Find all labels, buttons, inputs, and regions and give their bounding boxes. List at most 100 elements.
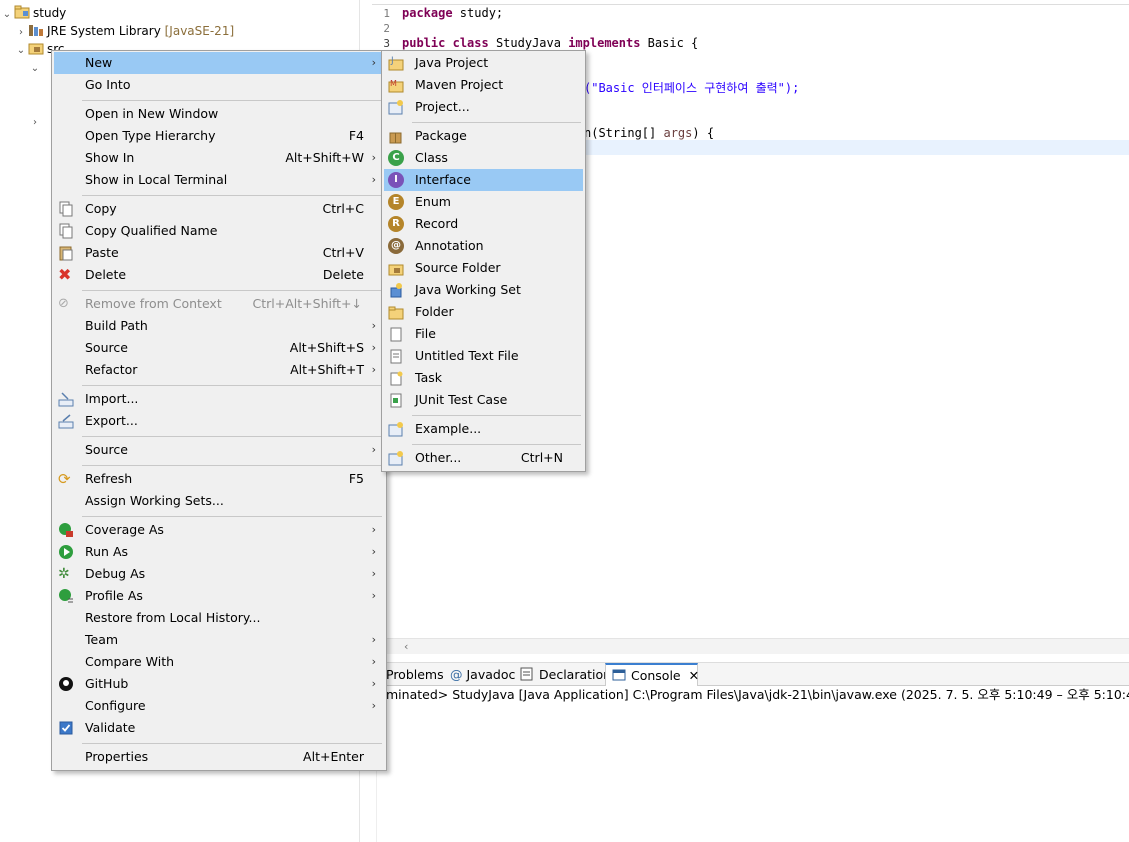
menu-item-compare-with[interactable]: Compare With › xyxy=(54,651,384,673)
chevron-down-icon[interactable]: ⌄ xyxy=(14,42,28,60)
code-text: Basic { xyxy=(640,36,699,50)
code-string-fragment: ("Basic 인터페이스 구현하여 출력"); xyxy=(584,81,800,95)
menu-item-go-into[interactable]: Go Into xyxy=(54,74,384,96)
menu-item-assign-working-sets[interactable]: Assign Working Sets... xyxy=(54,490,384,512)
submenu-item-java-project[interactable]: J Java Project xyxy=(384,52,583,74)
submenu-item-record[interactable]: R Record xyxy=(384,213,583,235)
refresh-icon: ⟳ xyxy=(58,470,71,488)
code-text: StudyJava xyxy=(488,36,569,50)
code-text: study; xyxy=(452,6,504,20)
tab-declaration[interactable]: Declaration xyxy=(520,663,611,687)
line-number: 2 xyxy=(383,22,390,35)
menu-item-coverage-as[interactable]: Coverage As › xyxy=(54,519,384,541)
wizard-icon xyxy=(388,450,404,466)
at-icon: @ xyxy=(450,667,463,682)
menu-item-delete[interactable]: ✖ Delete Delete xyxy=(54,264,384,286)
menu-item-github[interactable]: GitHub › xyxy=(54,673,384,695)
submenu-item-class[interactable]: C Class xyxy=(384,147,583,169)
menu-item-run-as[interactable]: Run As › xyxy=(54,541,384,563)
remove-context-icon: ⊘ xyxy=(58,296,69,311)
working-set-icon xyxy=(388,282,404,298)
keyword: package xyxy=(402,6,453,20)
debug-bug-icon: ✲ xyxy=(58,566,70,582)
enum-icon: E xyxy=(388,194,404,210)
tree-item-collapsed[interactable]: › xyxy=(28,112,42,130)
menu-item-profile-as[interactable]: Profile As › xyxy=(54,585,384,607)
tab-label: Console xyxy=(631,668,681,683)
tree-item-jre[interactable]: › JRE System Library [JavaSE-21] xyxy=(14,22,234,40)
folder-icon xyxy=(388,304,404,320)
class-icon: C xyxy=(388,150,404,166)
submenu-item-junit-test-case[interactable]: JUnit Test Case xyxy=(384,389,583,411)
menu-item-show-in[interactable]: Show In Alt+Shift+W › xyxy=(54,147,384,169)
menu-item-show-in-terminal[interactable]: Show in Local Terminal › xyxy=(54,169,384,191)
annotation-icon: @ xyxy=(388,238,404,254)
code-text: ) { xyxy=(692,126,715,140)
menu-item-new[interactable]: New › xyxy=(54,52,384,74)
library-icon xyxy=(28,23,44,37)
menu-item-validate[interactable]: Validate xyxy=(54,717,384,739)
tab-javadoc[interactable]: @ Javadoc xyxy=(450,663,515,687)
code-line-3: public class StudyJava implements Basic … xyxy=(402,36,698,51)
chevron-down-icon[interactable]: ⌄ xyxy=(0,6,14,24)
copy-icon xyxy=(58,223,74,239)
coverage-icon xyxy=(58,522,74,538)
submenu-item-file[interactable]: File xyxy=(384,323,583,345)
text-file-icon xyxy=(388,348,404,364)
menu-item-copy[interactable]: Copy Ctrl+C xyxy=(54,198,384,220)
code-line-1: package study; xyxy=(402,6,503,21)
close-icon[interactable]: ✕ xyxy=(689,668,699,683)
tree-item-project[interactable]: ⌄ study xyxy=(0,4,66,22)
tab-problems[interactable]: Problems xyxy=(386,663,444,687)
menu-item-refresh[interactable]: ⟳ Refresh F5 xyxy=(54,468,384,490)
chevron-down-icon[interactable]: ⌄ xyxy=(28,60,42,78)
console-output[interactable] xyxy=(376,686,1129,842)
submenu-item-annotation[interactable]: @ Annotation xyxy=(384,235,583,257)
checkbox-checked-icon xyxy=(58,720,74,736)
keyword: implements xyxy=(568,36,641,50)
scroll-left-icon[interactable]: ‹ xyxy=(404,639,408,655)
menu-item-restore-local-history[interactable]: Restore from Local History... xyxy=(54,607,384,629)
menu-item-export[interactable]: Export... xyxy=(54,410,384,432)
submenu-item-java-working-set[interactable]: Java Working Set xyxy=(384,279,583,301)
submenu-item-example[interactable]: Example... xyxy=(384,418,583,440)
menu-item-open-new-window[interactable]: Open in New Window xyxy=(54,103,384,125)
menu-item-properties[interactable]: Properties Alt+Enter xyxy=(54,746,384,768)
submenu-item-source-folder[interactable]: Source Folder xyxy=(384,257,583,279)
menu-item-configure[interactable]: Configure › xyxy=(54,695,384,717)
import-icon xyxy=(58,391,74,407)
submenu-item-project[interactable]: Project... xyxy=(384,96,583,118)
menu-item-open-type-hierarchy[interactable]: Open Type Hierarchy F4 xyxy=(54,125,384,147)
submenu-item-folder[interactable]: Folder xyxy=(384,301,583,323)
project-folder-icon xyxy=(14,5,30,19)
submenu-item-enum[interactable]: E Enum xyxy=(384,191,583,213)
delete-icon: ✖ xyxy=(58,265,72,284)
context-menu: New › Go Into Open in New Window Open Typ… xyxy=(51,50,387,771)
console-icon xyxy=(612,667,628,681)
menu-item-copy-qualified-name[interactable]: Copy Qualified Name xyxy=(54,220,384,242)
submenu-item-interface[interactable]: I Interface xyxy=(384,169,583,191)
menu-item-build-path[interactable]: Build Path › xyxy=(54,315,384,337)
submenu-item-task[interactable]: Task xyxy=(384,367,583,389)
submenu-item-maven-project[interactable]: M Maven Project xyxy=(384,74,583,96)
tab-console[interactable]: Console ✕ xyxy=(605,663,699,688)
menu-item-import[interactable]: Import... xyxy=(54,388,384,410)
declaration-icon xyxy=(520,665,536,681)
menu-item-refactor[interactable]: Refactor Alt+Shift+T › xyxy=(54,359,384,381)
horizontal-scrollbar[interactable]: ‹ xyxy=(376,638,1129,654)
menu-item-source[interactable]: Source Alt+Shift+S › xyxy=(54,337,384,359)
menu-item-debug-as[interactable]: ✲ Debug As › xyxy=(54,563,384,585)
menu-item-remove-from-context: ⊘ Remove from Context Ctrl+Alt+Shift+↓ xyxy=(58,296,362,311)
menu-item-team[interactable]: Team › xyxy=(54,629,384,651)
menu-item-paste[interactable]: Paste Ctrl+V xyxy=(54,242,384,264)
junit-icon xyxy=(388,392,404,408)
file-icon xyxy=(388,326,404,342)
submenu-item-untitled-text-file[interactable]: Untitled Text File xyxy=(384,345,583,367)
new-submenu: J Java Project M Maven Project Project... … xyxy=(381,50,586,472)
submenu-item-package[interactable]: Package xyxy=(384,125,583,147)
bottom-view-tabs: Problems @ Javadoc Declaration Console ✕ xyxy=(376,662,1129,688)
tree-item-package[interactable]: ⌄ xyxy=(28,58,42,76)
menu-item-source-2[interactable]: Source › xyxy=(54,439,384,461)
submenu-item-other[interactable]: Other... Ctrl+N xyxy=(384,447,583,469)
chevron-right-icon[interactable]: › xyxy=(28,114,42,132)
